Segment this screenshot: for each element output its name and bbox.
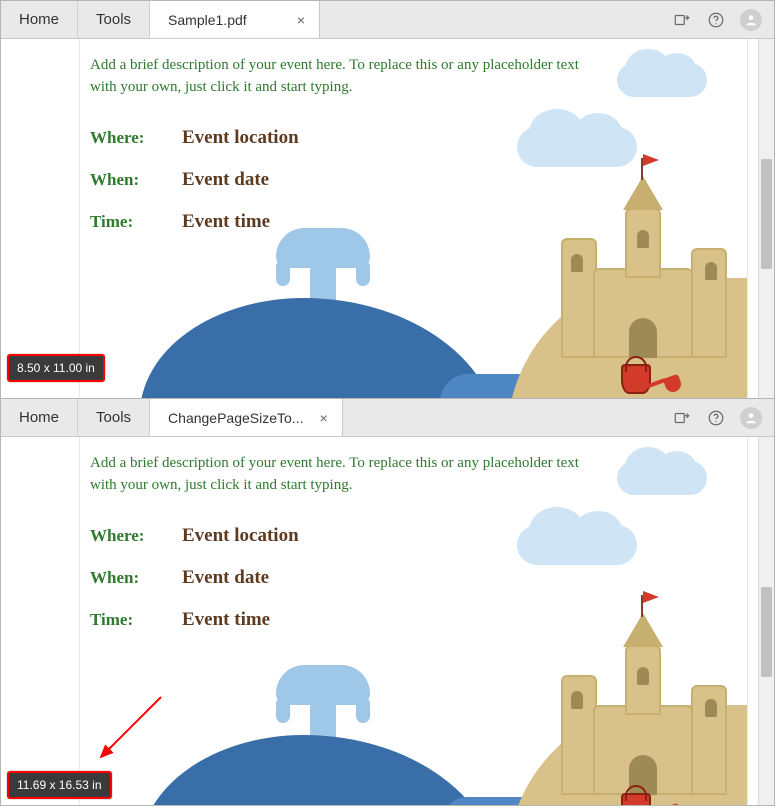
fountain-graphic [276, 260, 290, 286]
pdf-viewer-window-bottom: Home Tools ChangePageSizeTo... × [0, 398, 775, 806]
sandcastle-graphic [553, 635, 733, 795]
field-value-when: Event date [182, 567, 269, 589]
share-icon[interactable] [672, 408, 692, 428]
scroll-thumb[interactable] [761, 159, 772, 269]
home-tab[interactable]: Home [1, 399, 78, 436]
cloud-graphic [617, 461, 707, 495]
field-row: When: Event date [90, 567, 747, 589]
cloud-graphic [517, 525, 637, 565]
toolbar-right [672, 399, 774, 436]
field-label-time: Time: [90, 212, 182, 232]
shovel-graphic [641, 799, 681, 805]
toolbar: Home Tools ChangePageSizeTo... × [1, 399, 774, 437]
vertical-scrollbar[interactable] [758, 39, 774, 398]
scroll-thumb[interactable] [761, 587, 772, 677]
user-avatar-icon[interactable] [740, 9, 762, 31]
event-fields: Where: Event location When: Event date T… [80, 497, 747, 631]
document-tab[interactable]: ChangePageSizeTo... × [150, 399, 343, 436]
field-value-when: Event date [182, 169, 269, 191]
shovel-graphic [641, 370, 681, 398]
help-icon[interactable] [706, 408, 726, 428]
fountain-graphic [356, 260, 370, 286]
field-label-when: When: [90, 170, 182, 190]
sea-graphic [140, 735, 500, 805]
pdf-page: Add a brief description of your event he… [79, 437, 748, 805]
cloud-graphic [517, 127, 637, 167]
page-size-tooltip: 11.69 x 16.53 in [7, 771, 112, 799]
sandcastle-graphic [553, 198, 733, 358]
user-avatar-icon[interactable] [740, 407, 762, 429]
field-value-where: Event location [182, 127, 299, 149]
pdf-viewer-window-top: Home Tools Sample1.pdf × [0, 0, 775, 398]
event-description-text: Add a brief description of your event he… [80, 437, 600, 497]
event-description-text: Add a brief description of your event he… [80, 39, 600, 99]
document-tab-title: Sample1.pdf [168, 12, 247, 28]
document-tab-title: ChangePageSizeTo... [168, 410, 303, 426]
document-viewport[interactable]: Add a brief description of your event he… [1, 437, 774, 805]
field-row: Where: Event location [90, 127, 747, 149]
field-label-where: Where: [90, 526, 182, 546]
toolbar: Home Tools Sample1.pdf × [1, 1, 774, 39]
share-icon[interactable] [672, 10, 692, 30]
help-icon[interactable] [706, 10, 726, 30]
close-icon[interactable]: × [293, 10, 309, 30]
tools-tab[interactable]: Tools [78, 1, 150, 38]
tools-tab[interactable]: Tools [78, 399, 150, 436]
fountain-graphic [276, 697, 290, 723]
vertical-scrollbar[interactable] [758, 437, 774, 805]
field-value-where: Event location [182, 525, 299, 547]
field-value-time: Event time [182, 211, 270, 233]
close-icon[interactable]: × [315, 408, 331, 428]
toolbar-right [672, 1, 774, 38]
page-size-tooltip: 8.50 x 11.00 in [7, 354, 105, 382]
cloud-graphic [617, 63, 707, 97]
field-label-when: When: [90, 568, 182, 588]
home-tab[interactable]: Home [1, 1, 78, 38]
document-tab[interactable]: Sample1.pdf × [150, 1, 320, 38]
document-viewport[interactable]: Add a brief description of your event he… [1, 39, 774, 398]
field-label-time: Time: [90, 610, 182, 630]
fountain-graphic [356, 697, 370, 723]
field-label-where: Where: [90, 128, 182, 148]
field-value-time: Event time [182, 609, 270, 631]
pdf-page: Add a brief description of your event he… [79, 39, 748, 398]
field-row: Where: Event location [90, 525, 747, 547]
